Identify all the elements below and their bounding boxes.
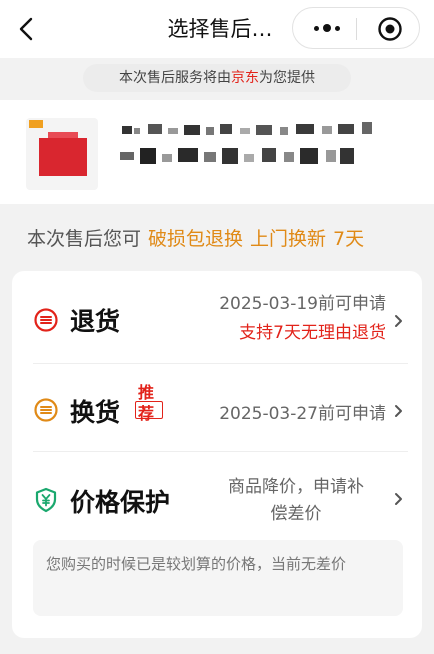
recommend-badge-char: 推 bbox=[138, 383, 155, 402]
scope-tag: 上门换新 bbox=[250, 228, 327, 250]
return-label: 退货 bbox=[70, 307, 121, 336]
product-thumbnail-icon bbox=[26, 118, 98, 190]
row-divider bbox=[33, 363, 408, 364]
chevron-left-icon bbox=[19, 17, 33, 41]
price-protect-desc-line: 偿差价 bbox=[270, 504, 322, 524]
scope-lead: 本次售后您可 bbox=[27, 228, 142, 250]
more-dots-icon bbox=[314, 25, 319, 31]
row-divider bbox=[33, 451, 408, 452]
exchange-deadline: 2025-03-27前可申请 bbox=[219, 404, 386, 424]
price-protect-info: 您购买的时候已是较划算的价格，当前无差价 bbox=[33, 540, 403, 616]
exchange-icon bbox=[34, 398, 58, 422]
option-exchange[interactable]: 换货 2025-03-27前可申请 bbox=[12, 365, 422, 455]
chevron-right-icon bbox=[395, 315, 402, 327]
scope-tag: 破损包退换 bbox=[148, 228, 244, 250]
after-sale-options-card: 退货 2025-03-19前可申请 支持7天无理由退货 换货 2025-03-2… bbox=[12, 271, 422, 638]
mini-program-capsule bbox=[292, 7, 420, 49]
service-provider-notice: 本次售后服务将由京东为您提供 bbox=[83, 64, 351, 92]
page-title: 选择售后… bbox=[167, 17, 273, 41]
chevron-right-icon bbox=[395, 493, 402, 505]
price-protect-desc-line: 商品降价，申请补 bbox=[228, 477, 364, 497]
close-button[interactable] bbox=[377, 16, 403, 42]
return-deadline: 2025-03-19前可申请 bbox=[219, 294, 386, 314]
return-note: 支持7天无理由退货 bbox=[239, 323, 386, 343]
recommend-badge-char: 荐 bbox=[138, 404, 155, 423]
back-button[interactable] bbox=[14, 14, 40, 44]
recommend-badge: 推 荐 bbox=[135, 381, 163, 427]
target-close-icon bbox=[378, 17, 402, 41]
shield-yuan-icon bbox=[35, 487, 57, 513]
notice-prefix: 本次售后服务将由 bbox=[119, 70, 231, 86]
service-scope-line: 本次售后您可 破损包退换 上门换新 7天 bbox=[27, 223, 434, 255]
notice-brand: 京东 bbox=[231, 70, 259, 86]
more-button[interactable] bbox=[301, 8, 353, 48]
chevron-right-icon bbox=[395, 405, 402, 417]
price-protect-desc: 商品降价，申请补 偿差价 bbox=[206, 474, 386, 528]
price-protect-label: 价格保护 bbox=[70, 488, 171, 517]
scope-tag: 7天 bbox=[333, 228, 365, 250]
return-icon bbox=[34, 308, 58, 332]
product-card[interactable] bbox=[0, 100, 434, 204]
notice-suffix: 为您提供 bbox=[259, 70, 315, 86]
exchange-label: 换货 bbox=[70, 398, 121, 427]
option-return[interactable]: 退货 2025-03-19前可申请 支持7天无理由退货 bbox=[12, 285, 422, 361]
top-nav-bar: 选择售后… bbox=[0, 0, 434, 58]
capsule-divider bbox=[356, 18, 357, 40]
